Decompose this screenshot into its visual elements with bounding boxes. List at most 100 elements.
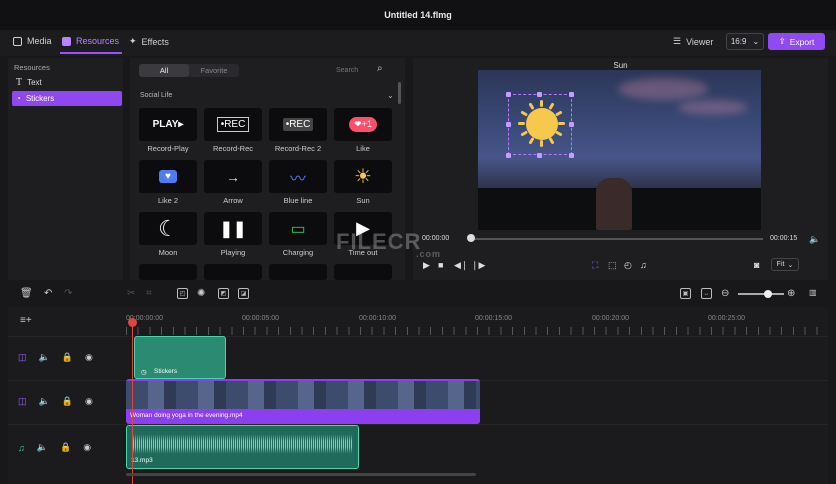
- media-icon: [13, 36, 22, 46]
- watermark: FILECR .com: [336, 229, 441, 259]
- search-input[interactable]: Search: [336, 67, 358, 74]
- play-icon[interactable]: ▶: [423, 260, 430, 271]
- sticker-tile[interactable]: [139, 264, 197, 280]
- sticker-tile[interactable]: ☀: [334, 160, 392, 193]
- sticker-label: Playing: [220, 248, 246, 257]
- rotate-icon[interactable]: ◪: [238, 288, 249, 299]
- mute-icon[interactable]: 🔈: [39, 396, 50, 407]
- fit-timeline-icon[interactable]: ↔: [701, 288, 712, 299]
- speed-icon[interactable]: ◴: [624, 260, 632, 271]
- sticker-label: Record-Rec 2: [274, 144, 322, 153]
- sticker-label: Charging: [282, 248, 314, 257]
- category-dropdown[interactable]: Social Life: [140, 92, 172, 99]
- sticker-tile[interactable]: [334, 264, 392, 280]
- audio-waveform: [133, 434, 353, 454]
- timeline-settings-icon[interactable]: ▥: [809, 288, 817, 297]
- sticker-tile[interactable]: →: [204, 160, 262, 193]
- lock-icon[interactable]: 🔒: [62, 396, 73, 407]
- sticker-thumbnail-icon: 〰: [289, 170, 306, 188]
- tab-effects[interactable]: ✦ Effects: [129, 36, 169, 47]
- mute-icon[interactable]: 🔈: [37, 442, 48, 453]
- tab-effects-label: Effects: [141, 36, 169, 47]
- volume-icon[interactable]: 🔈: [809, 234, 820, 245]
- viewer-icon: ☰: [673, 36, 682, 46]
- trim-icon[interactable]: ⌗: [146, 288, 152, 299]
- adjust-icon[interactable]: ✺: [197, 288, 205, 299]
- sticker-thumbnail-icon: ❚❚: [219, 220, 247, 238]
- zoom-out-icon[interactable]: ⊖: [721, 288, 729, 299]
- sidebar-item-stickers[interactable]: ◔ Stickers: [12, 91, 122, 106]
- aspect-ratio-select[interactable]: 16:9 ⌄: [726, 33, 764, 50]
- sticker-tile[interactable]: ❤+1: [334, 108, 392, 141]
- scrubber-handle[interactable]: [467, 234, 475, 242]
- sticker-tile[interactable]: [204, 264, 262, 280]
- sticker-thumbnail-icon: ❤+1: [349, 117, 377, 132]
- lock-icon[interactable]: 🔒: [60, 442, 71, 453]
- frame-icon[interactable]: ⬚: [608, 260, 617, 271]
- ruler-label: 00:00:15:00: [475, 315, 512, 322]
- sun-ray: [558, 122, 565, 125]
- panel-scrollbar[interactable]: [398, 82, 401, 104]
- next-frame-icon[interactable]: ❘▶: [471, 260, 485, 271]
- export-button[interactable]: ⇪ Export: [768, 33, 825, 50]
- crop-icon[interactable]: ⛶: [592, 260, 598, 271]
- delete-icon[interactable]: 🗑: [20, 288, 33, 299]
- video-thumbnails: [126, 381, 480, 409]
- sticker-clip[interactable]: ◷ Stickers: [134, 336, 226, 379]
- snap-icon[interactable]: ▣: [680, 288, 691, 299]
- eye-icon[interactable]: ◉: [83, 442, 91, 453]
- sidebar-item-text[interactable]: T Text: [12, 75, 122, 90]
- sun-ray: [540, 140, 543, 147]
- sun-sticker[interactable]: [526, 108, 558, 140]
- chevron-down-icon[interactable]: ⌄: [387, 91, 394, 100]
- tab-resources[interactable]: Resources: [62, 36, 119, 46]
- eye-icon[interactable]: ◉: [85, 352, 93, 363]
- music-note-icon[interactable]: ♫: [640, 260, 647, 270]
- sticker-label: Blue line: [283, 196, 313, 205]
- fit-value: Fit: [776, 261, 785, 268]
- freeze-icon[interactable]: ◩: [218, 288, 229, 299]
- sticker-tile[interactable]: •REC: [269, 108, 327, 141]
- viewer-button[interactable]: ☰ Viewer: [673, 36, 713, 47]
- tab-media[interactable]: Media: [13, 36, 52, 46]
- crop-tool-icon[interactable]: ◰: [177, 288, 188, 299]
- eye-icon[interactable]: ◉: [85, 396, 93, 407]
- sticker-tile[interactable]: ▭: [269, 212, 327, 245]
- tab-media-label: Media: [27, 36, 52, 46]
- preview-panel: Sun 00:00:00 00:00:15 🔈 ▶ ■ ◀❘ ❘▶ ⛶ ⬚ ◴ …: [413, 58, 828, 280]
- sticker-label: Record-Play: [147, 144, 189, 153]
- previous-frame-icon[interactable]: ◀❘: [454, 260, 468, 271]
- split-icon[interactable]: ✂: [127, 288, 135, 299]
- fit-select[interactable]: Fit ⌄: [771, 258, 799, 271]
- sticker-tile[interactable]: PLAY▸: [139, 108, 197, 141]
- sticker-tile[interactable]: [269, 264, 327, 280]
- sticker-tile[interactable]: 〰: [269, 160, 327, 193]
- search-icon[interactable]: ⌕: [377, 63, 383, 74]
- filter-all[interactable]: All: [139, 64, 189, 77]
- stop-icon[interactable]: ■: [438, 260, 443, 270]
- snapshot-icon[interactable]: ◙: [754, 260, 759, 270]
- sidebar-item-label: Text: [27, 78, 42, 87]
- redo-icon[interactable]: ↷: [64, 288, 72, 299]
- preview-scrubber[interactable]: [469, 238, 763, 240]
- sun-ray: [540, 100, 543, 107]
- filter-favorite[interactable]: Favorite: [189, 64, 239, 77]
- video-clip[interactable]: Woman doing yoga in the evening.mp4: [126, 379, 480, 424]
- sticker-tile[interactable]: ❚❚: [204, 212, 262, 245]
- audio-clip[interactable]: 13.mp3: [126, 425, 359, 469]
- playhead[interactable]: [132, 320, 133, 484]
- zoom-slider[interactable]: [738, 293, 784, 295]
- zoom-slider-handle[interactable]: [764, 290, 772, 298]
- zoom-in-icon[interactable]: ⊕: [787, 288, 795, 299]
- sticker-thumbnail-icon: •REC: [282, 118, 314, 131]
- video-canvas[interactable]: [478, 70, 761, 230]
- undo-icon[interactable]: ↶: [44, 288, 52, 299]
- sticker-tile[interactable]: •REC: [204, 108, 262, 141]
- lock-icon[interactable]: 🔒: [62, 352, 73, 363]
- clock-icon: ◷: [141, 369, 147, 376]
- sticker-tile[interactable]: ☾: [139, 212, 197, 245]
- mute-icon[interactable]: 🔈: [39, 352, 50, 363]
- add-track-icon[interactable]: ≡+: [20, 315, 32, 326]
- sticker-tile[interactable]: ♥: [139, 160, 197, 193]
- timeline-scrollbar[interactable]: [126, 473, 476, 476]
